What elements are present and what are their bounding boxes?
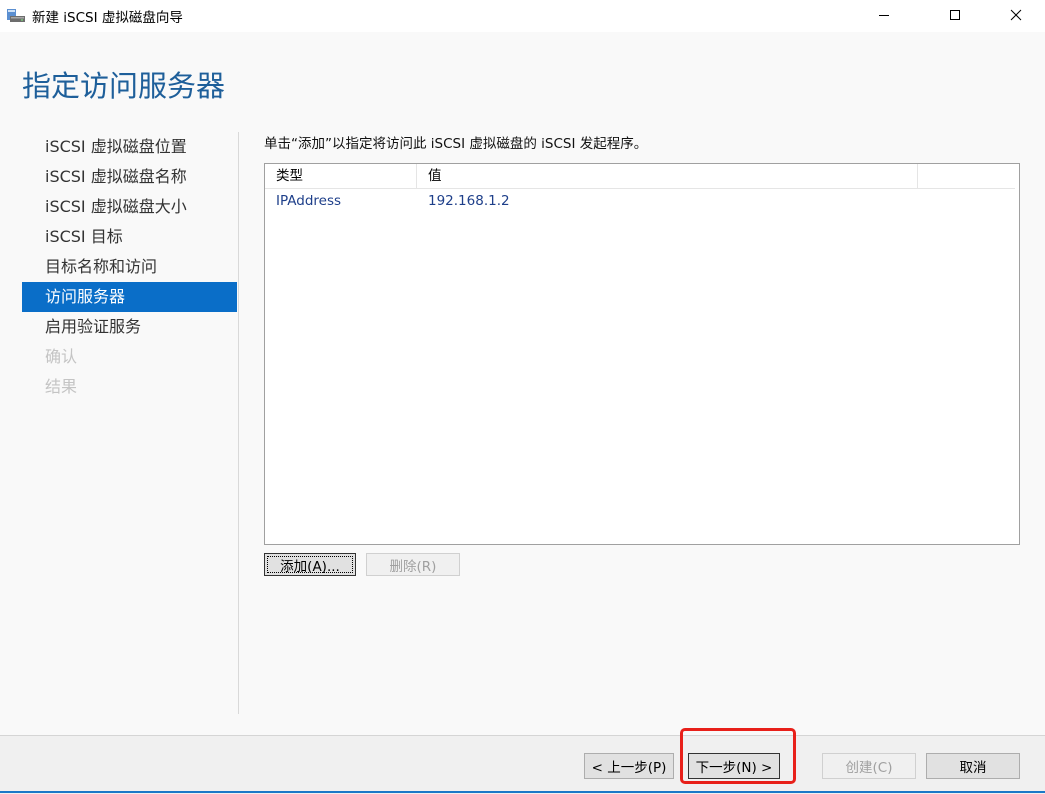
instruction-text: 单击“添加”以指定将访问此 iSCSI 虚拟磁盘的 iSCSI 发起程序。 (264, 136, 648, 152)
nav-item-enable-auth[interactable]: 启用验证服务 (22, 312, 237, 342)
create-button[interactable]: 创建(C) (822, 753, 916, 779)
wizard-footer: < 上一步(P) 下一步(N) > 创建(C) 取消 (0, 735, 1045, 794)
nav-item-results: 结果 (45, 377, 78, 396)
cell-value: 192.168.1.2 (428, 193, 510, 209)
column-header-extra[interactable] (918, 164, 1015, 188)
cell-type: IPAddress (276, 193, 342, 209)
remove-button[interactable]: 删除(R) (366, 553, 460, 576)
nav-item-virtual-disk-name[interactable]: iSCSI 虚拟磁盘名称 (22, 162, 237, 192)
title-bar: 新建 iSCSI 虚拟磁盘向导 (0, 0, 1045, 32)
nav-item-confirmation: 确认 (45, 347, 78, 366)
list-header: 类型 值 (265, 164, 1015, 189)
iscsi-disk-icon (6, 6, 26, 24)
next-button[interactable]: 下一步(N) > (688, 753, 780, 779)
nav-divider (238, 132, 239, 714)
back-button[interactable]: < 上一步(P) (584, 753, 674, 779)
nav-item-iscsi-target[interactable]: iSCSI 目标 (22, 222, 237, 252)
cancel-button[interactable]: 取消 (926, 753, 1020, 779)
maximize-icon (949, 6, 961, 25)
initiator-list[interactable]: 类型 值 IPAddress 192.168.1.2 (264, 163, 1020, 545)
wizard-nav: iSCSI 虚拟磁盘位置 iSCSI 虚拟磁盘名称 iSCSI 虚拟磁盘大小 i… (22, 132, 237, 402)
nav-item-virtual-disk-size[interactable]: iSCSI 虚拟磁盘大小 (22, 192, 237, 222)
nav-item-target-name-access[interactable]: 目标名称和访问 (22, 252, 237, 282)
close-icon (1010, 6, 1022, 25)
close-button[interactable] (993, 0, 1039, 30)
nav-item-access-servers[interactable]: 访问服务器 (22, 282, 237, 312)
minimize-button[interactable] (861, 0, 907, 30)
add-button[interactable]: 添加(A)... (264, 553, 356, 576)
maximize-button[interactable] (932, 0, 978, 30)
page-title: 指定访问服务器 (22, 69, 226, 103)
table-row[interactable]: IPAddress 192.168.1.2 (265, 189, 1015, 213)
minimize-icon (878, 6, 890, 25)
window-title: 新建 iSCSI 虚拟磁盘向导 (32, 10, 183, 26)
column-header-type[interactable]: 类型 (265, 164, 417, 188)
wizard-body: 指定访问服务器 iSCSI 虚拟磁盘位置 iSCSI 虚拟磁盘名称 iSCSI … (0, 32, 1045, 735)
column-header-value[interactable]: 值 (417, 164, 918, 188)
nav-item-virtual-disk-location[interactable]: iSCSI 虚拟磁盘位置 (22, 132, 237, 162)
